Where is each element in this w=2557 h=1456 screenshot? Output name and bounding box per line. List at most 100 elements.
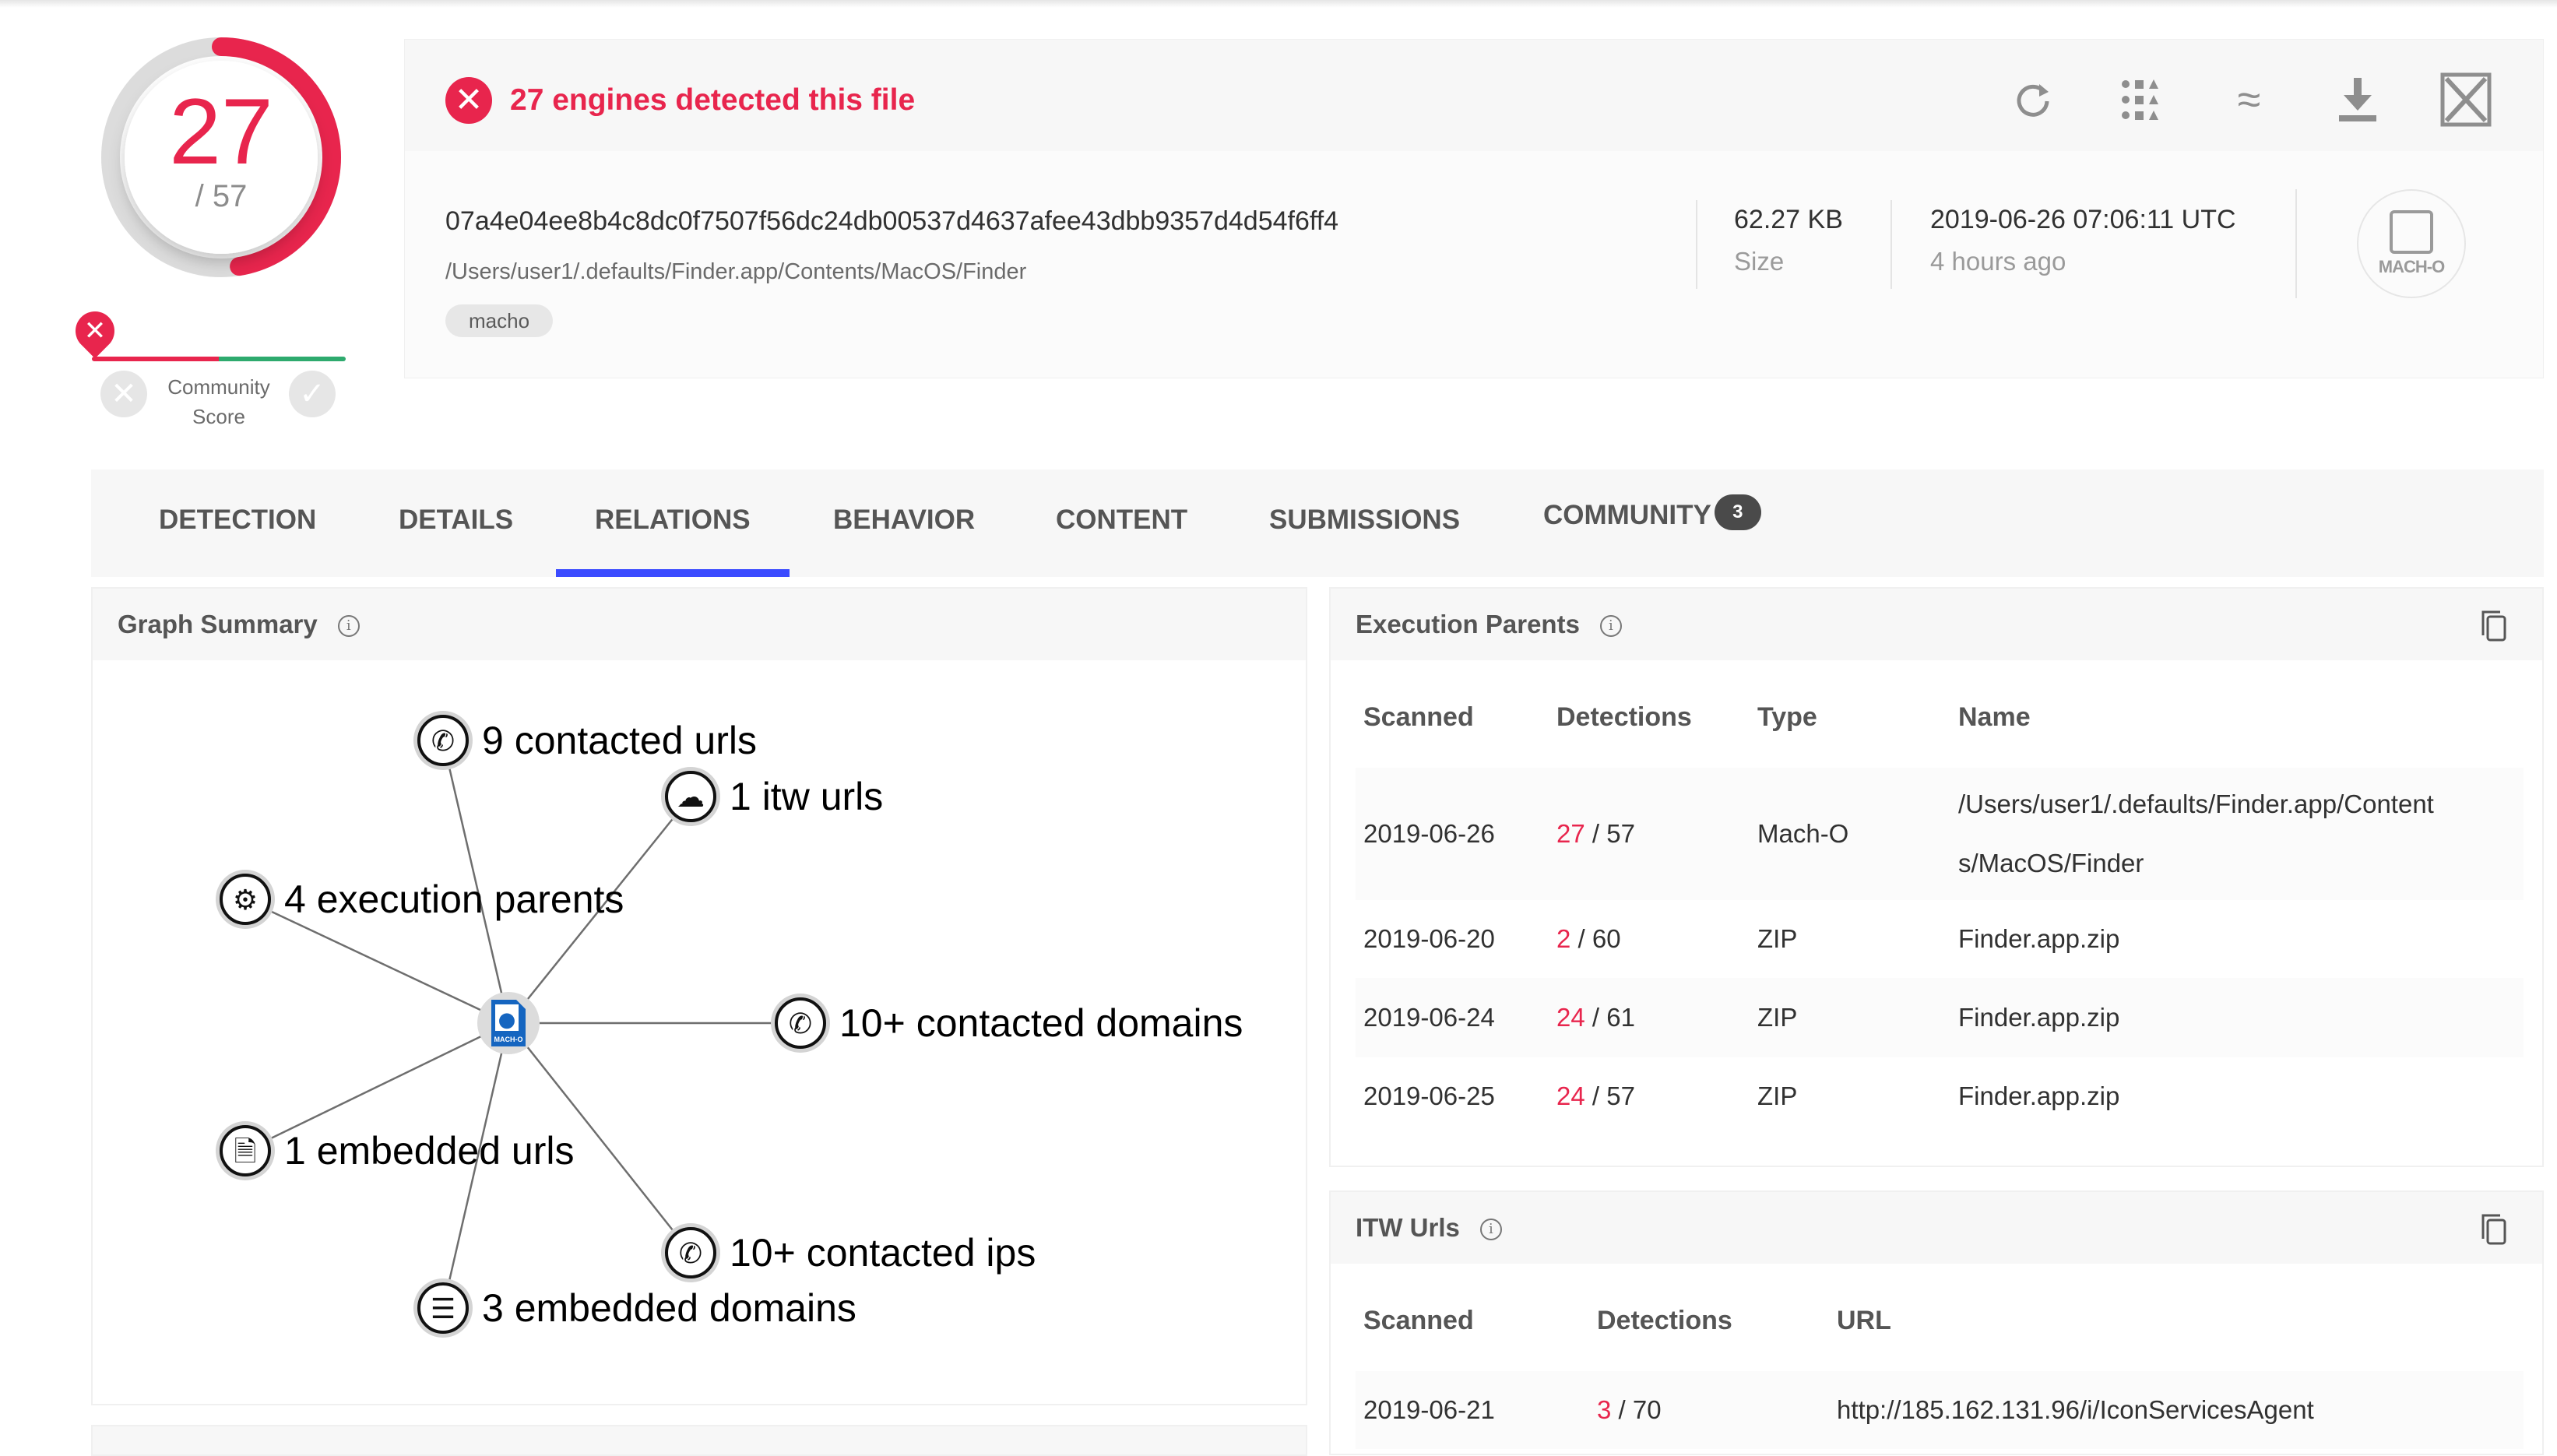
graph-node[interactable]: 🗎 1 embedded urls [216, 1121, 574, 1180]
itw-urls-table: Scanned Detections URL 2019-06-21 3 / 70… [1356, 1270, 2524, 1449]
graph-node[interactable]: ⚙ 4 execution parents [216, 870, 624, 929]
file-type: ZIP [1757, 978, 1958, 1057]
graph-node[interactable]: ☰ 3 embedded domains [413, 1278, 856, 1338]
phone-icon: ✆ [789, 1008, 812, 1040]
next-card [91, 1425, 1307, 1456]
copy-icon[interactable] [2480, 609, 2508, 643]
execution-parents-card: Execution Parents i Scanned Detections Ty… [1329, 587, 2544, 1167]
download-icon [2338, 78, 2376, 121]
reanalyze-button[interactable] [1978, 71, 2087, 128]
tab-community[interactable]: COMMUNITY 3 [1543, 470, 1761, 577]
tab-behavior[interactable]: BEHAVIOR [833, 470, 975, 577]
apple-icon [2390, 210, 2433, 254]
tab-label: COMMUNITY [1543, 500, 1711, 530]
detections-positive: 3 [1597, 1395, 1612, 1424]
file-name-line: s/MacOS/Finder [1958, 849, 2144, 877]
card-header [1331, 1192, 2542, 1264]
graph-node-label: 10+ contacted domains [839, 1001, 1243, 1045]
file-size-label: Size [1734, 247, 1785, 276]
cloud-download-icon: ☁ [677, 782, 705, 814]
detections-total: / 70 [1611, 1395, 1662, 1424]
table-row[interactable]: 2019-06-26 27 / 57 Mach-O /Users/user1/.… [1356, 768, 2524, 900]
grid-shapes-icon [2121, 79, 2158, 120]
scanned-date: 2019-06-25 [1363, 1081, 1495, 1110]
graph-node[interactable]: ✆ 10+ contacted ips [661, 1223, 1036, 1282]
tab-label: BEHAVIOR [833, 505, 976, 535]
detections: 24 / 57 [1556, 1057, 1757, 1135]
table-row[interactable]: 2019-06-20 2 / 60 ZIP Finder.app.zip [1356, 900, 2524, 978]
file-type: ZIP [1757, 1081, 1798, 1110]
center-file-node[interactable]: ● MACH-O [477, 992, 540, 1054]
url-link[interactable]: http://185.162.131.96/i/IconServicesAgen… [1837, 1371, 2524, 1449]
table-row[interactable]: 2019-06-25 24 / 57 ZIP Finder.app.zip [1356, 1057, 2524, 1135]
graph-node-label: 1 itw urls [730, 775, 883, 818]
file-toolbar: ≈ [1978, 71, 2520, 128]
relations-graph[interactable]: ● MACH-O ✆ 9 contacted urls ☁ 1 itw urls ⚙ 4 ex… [93, 589, 1309, 1407]
column-header[interactable]: URL [1837, 1270, 2524, 1371]
graph-node[interactable]: ✆ 9 contacted urls [413, 711, 757, 770]
column-header[interactable]: Type [1757, 666, 1958, 768]
detections: 3 / 70 [1597, 1371, 1837, 1449]
copy-icon[interactable] [2480, 1212, 2508, 1247]
tab-details[interactable]: DETAILS [399, 470, 513, 577]
file-type-badge: MACH-O [2357, 189, 2466, 298]
divider [2295, 189, 2297, 298]
detections-positive: 27 [1556, 819, 1585, 848]
scan-date-relative: 4 hours ago [1930, 247, 2066, 276]
column-header[interactable]: Detections [1556, 666, 1757, 768]
file-summary-card: ✕ 27 engines detected this file ≈ 07a4e0… [404, 39, 2544, 378]
graph-node-label: 3 embedded domains [482, 1286, 856, 1330]
detected-count: 27 [169, 79, 273, 184]
info-icon[interactable]: i [1479, 1219, 1502, 1240]
server-icon: ☰ [431, 1293, 455, 1325]
table-header-row: Scanned Detections Type Name [1356, 666, 2524, 768]
file-type-label: MACH-O [2378, 257, 2445, 276]
file-name[interactable]: Finder.app.zip [1958, 1057, 2524, 1135]
tab-label: SUBMISSIONS [1269, 505, 1461, 535]
column-header[interactable]: Scanned [1356, 666, 1556, 768]
detections-positive: 24 [1556, 1003, 1585, 1032]
tab-label: DETECTION [159, 505, 317, 535]
community-score-label: Community Score [167, 375, 270, 428]
doc-globe-icon: 🗎 [234, 1136, 257, 1168]
column-header[interactable]: Scanned [1356, 1270, 1597, 1371]
file-name[interactable]: /Users/user1/.defaults/Finder.app/Conten… [1958, 768, 2524, 900]
file-name[interactable]: Finder.app.zip [1958, 978, 2524, 1057]
tab-relations[interactable]: RELATIONS [556, 470, 790, 577]
file-name[interactable]: Finder.app.zip [1958, 900, 2524, 978]
community-bar-malicious [92, 357, 219, 361]
file-hash[interactable]: 07a4e04ee8b4c8dc0f7507f56dc24db00537d463… [445, 206, 1338, 237]
graph-node[interactable]: ✆ 10+ contacted domains [771, 994, 1243, 1053]
fuzzy-search-button[interactable]: ≈ [2195, 71, 2303, 128]
graph-summary-card: Graph Summary i ● MACH-O ✆ 9 contacted urls ☁… [91, 587, 1307, 1405]
detections-total: / 61 [1584, 1003, 1635, 1032]
scanned-date: 2019-06-24 [1356, 978, 1556, 1057]
info-icon[interactable]: i [1599, 615, 1622, 637]
vote-harmless-button[interactable]: ✓ [289, 371, 336, 417]
scanned-date: 2019-06-21 [1356, 1371, 1597, 1449]
column-header[interactable]: Name [1958, 666, 2524, 768]
similar-files-button[interactable] [2087, 71, 2195, 128]
download-button[interactable] [2303, 71, 2411, 128]
vote-malicious-button[interactable]: ✕ [100, 371, 147, 417]
table-header-row: Scanned Detections URL [1356, 1270, 2524, 1371]
column-header[interactable]: Detections [1597, 1270, 1837, 1371]
graph-node[interactable]: ☁ 1 itw urls [661, 767, 883, 826]
tab-submissions[interactable]: SUBMISSIONS [1269, 470, 1460, 577]
table-row[interactable]: 2019-06-24 24 / 61 ZIP Finder.app.zip [1356, 978, 2524, 1057]
community-count-badge: 3 [1714, 494, 1761, 530]
graph-node-label: 1 embedded urls [284, 1129, 574, 1173]
tab-content[interactable]: CONTENT [1056, 470, 1187, 577]
file-size-value: 62.27 KB [1734, 205, 1843, 234]
graph-button[interactable] [2411, 71, 2520, 128]
file-tag[interactable]: macho [445, 304, 554, 337]
table-row[interactable]: 2019-06-21 3 / 70 http://185.162.131.96/… [1356, 1371, 2524, 1449]
detections: 2 / 60 [1556, 900, 1757, 978]
detections-total: / 57 [1584, 1081, 1635, 1110]
scanned-date: 2019-06-26 [1356, 768, 1556, 900]
refresh-icon [2017, 84, 2049, 117]
scanned-date: 2019-06-20 [1363, 924, 1495, 953]
graph-node-label: 4 execution parents [284, 877, 624, 921]
close-icon: ✕ [111, 377, 137, 411]
tab-detection[interactable]: DETECTION [159, 470, 316, 577]
